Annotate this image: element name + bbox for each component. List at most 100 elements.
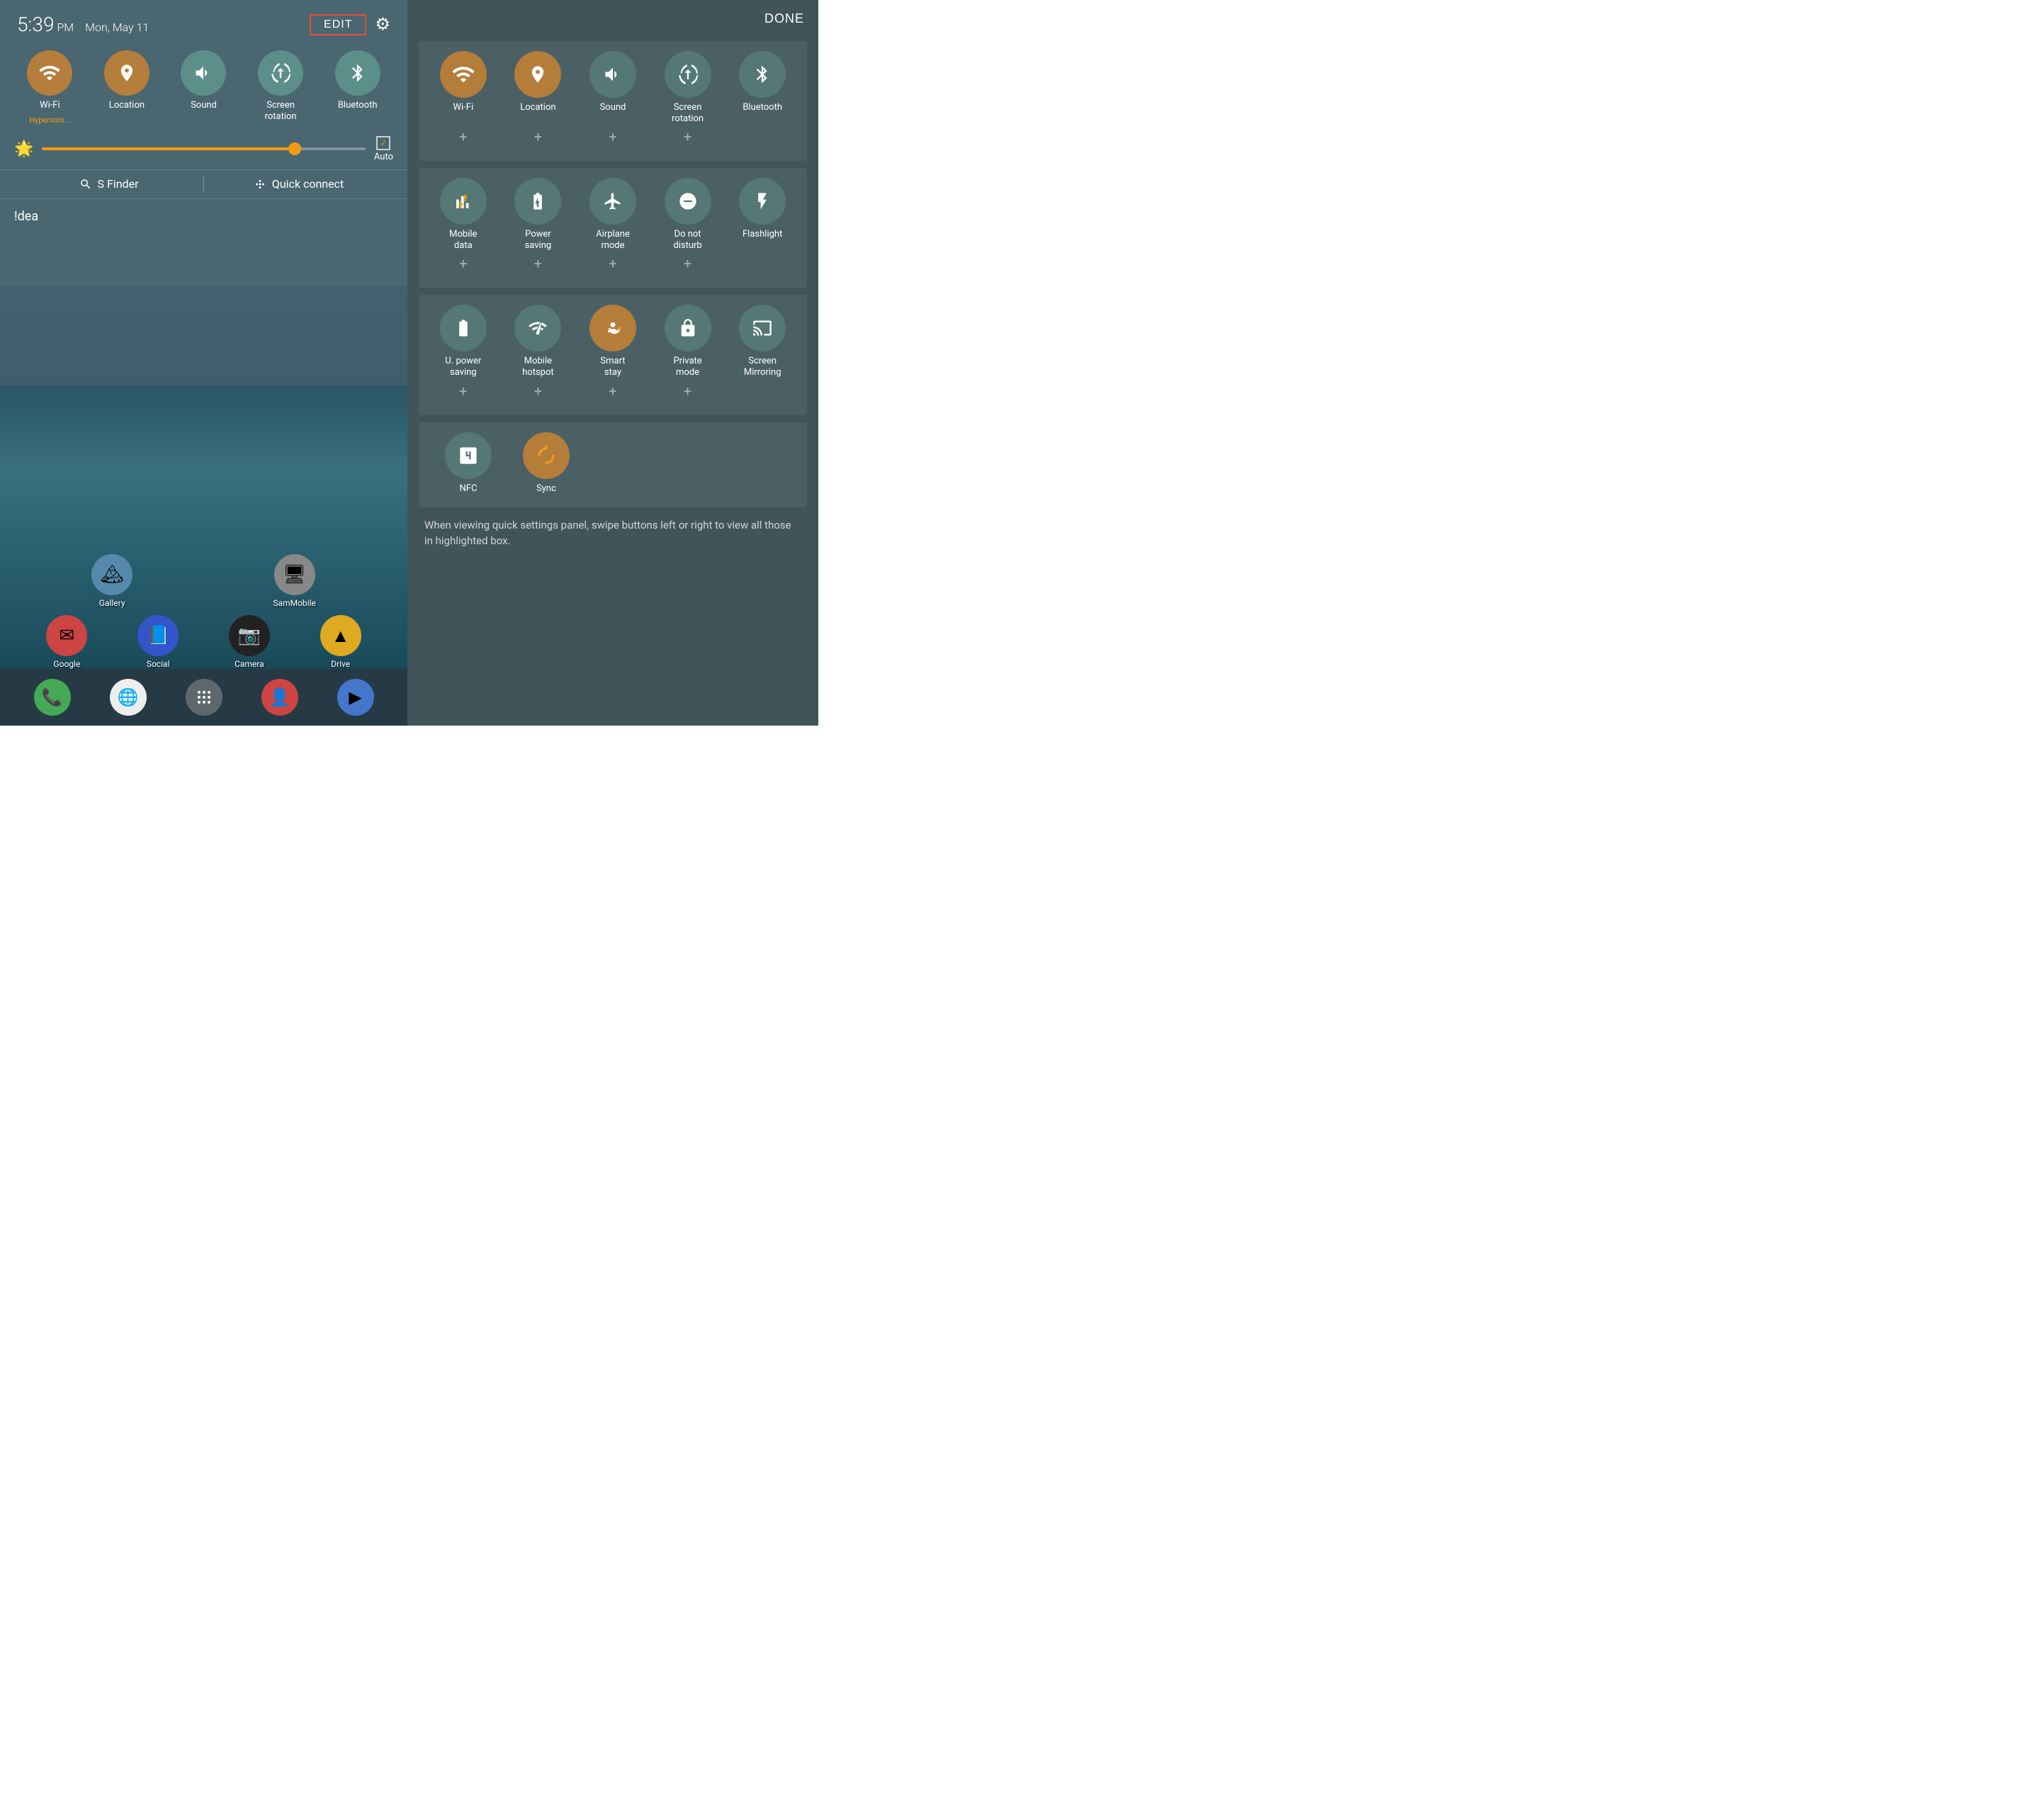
plus-icon-15	[727, 383, 798, 400]
dock-phone[interactable]: 📞	[34, 679, 71, 716]
quickconnect-button[interactable]: Quick connect	[204, 177, 393, 191]
dock-chrome[interactable]: 🌐	[110, 679, 147, 716]
plus-row-3: + + + +	[426, 381, 800, 405]
sammobile-label: SamMobile	[273, 598, 315, 608]
auto-check-icon: ✓	[376, 136, 390, 150]
edit-flashlight-icon	[739, 178, 786, 225]
app-row-1: 🏔 Gallery 🖥 SamMobile	[21, 554, 386, 608]
sammobile-icon: 🖥	[274, 554, 315, 595]
edit-tile-smartstay[interactable]: Smartstay	[577, 305, 648, 378]
edit-tile-mobiledata[interactable]: Mobiledata	[428, 178, 499, 251]
gallery-icon: 🏔	[91, 554, 132, 595]
edit-button[interactable]: EDIT	[310, 14, 366, 35]
dock-apps[interactable]	[186, 679, 222, 716]
edit-tile-hotspot[interactable]: Mobilehotspot	[502, 305, 573, 378]
auto-brightness[interactable]: ✓ Auto	[374, 136, 393, 162]
tile-bluetooth[interactable]: Bluetooth	[335, 50, 380, 125]
plus-icon-1[interactable]: +	[428, 128, 499, 145]
brightness-slider[interactable]	[42, 147, 365, 150]
plus-icon-11[interactable]: +	[428, 383, 499, 400]
edit-section-2: Mobiledata Powersaving Airplanemode	[419, 168, 807, 288]
app-row-2: ✉ Google 📘 Social 📷 Camera ▲ Drive	[21, 615, 386, 669]
edit-tile-flashlight[interactable]: Flashlight	[727, 178, 798, 251]
plus-icon-8[interactable]: +	[577, 255, 648, 272]
sfinder-label: S Finder	[98, 177, 139, 191]
tile-bluetooth-icon	[335, 50, 380, 96]
plus-icon-12[interactable]: +	[502, 383, 573, 400]
edit-section-3: U. powersaving Mobilehotspot Smartstay	[419, 295, 807, 415]
edit-powersaving-icon	[514, 178, 561, 225]
quick-tiles-row: Wi-Fi Hypersoni... Location Sound Screen…	[0, 43, 407, 129]
status-time-area: 5:39 PM Mon, May 11	[17, 13, 149, 36]
edit-location-icon	[514, 51, 561, 98]
edit-tile-sound[interactable]: Sound	[577, 51, 648, 124]
edit-tile-bluetooth[interactable]: Bluetooth	[727, 51, 798, 124]
edit-tile-nfc[interactable]: NFC	[433, 432, 504, 495]
tile-wifi[interactable]: Wi-Fi Hypersoni...	[27, 50, 72, 125]
tile-sound[interactable]: Sound	[181, 50, 226, 125]
plus-icon-3[interactable]: +	[577, 128, 648, 145]
done-button[interactable]: DONE	[764, 11, 804, 26]
edit-mobiledata-label: Mobiledata	[449, 229, 477, 251]
tile-wifi-icon	[27, 50, 72, 96]
edit-tile-dnd[interactable]: Do notdisturb	[653, 178, 723, 251]
app-sammobile[interactable]: 🖥 SamMobile	[273, 554, 315, 608]
edit-rotation-icon	[665, 51, 711, 98]
social-icon: 📘	[137, 615, 179, 656]
status-bar: 5:39 PM Mon, May 11 EDIT ⚙	[0, 0, 407, 43]
plus-icon-9[interactable]: +	[653, 255, 723, 272]
tile-rotation-label: Screenrotation	[265, 100, 297, 122]
edit-upowersaving-icon	[440, 305, 487, 351]
plus-icon-13[interactable]: +	[577, 383, 648, 400]
edit-section-1: Wi-Fi Location Sound Scree	[419, 41, 807, 161]
auto-label: Auto	[374, 152, 393, 162]
edit-airplane-icon	[589, 178, 636, 225]
edit-tile-rotation[interactable]: Screenrotation	[653, 51, 723, 124]
edit-hotspot-icon	[514, 305, 561, 351]
edit-private-label: Privatemode	[673, 356, 701, 378]
app-google[interactable]: ✉ Google	[46, 615, 87, 669]
app-grid: 🏔 Gallery 🖥 SamMobile ✉ Google 📘 Social	[0, 554, 407, 669]
dock-contacts[interactable]: 👤	[261, 679, 298, 716]
app-gallery[interactable]: 🏔 Gallery	[91, 554, 132, 608]
app-drive[interactable]: ▲ Drive	[320, 615, 361, 669]
edit-row-1: Wi-Fi Location Sound Scree	[426, 51, 800, 124]
edit-tile-powersaving[interactable]: Powersaving	[502, 178, 573, 251]
camera-icon: 📷	[229, 615, 270, 656]
dock-bar: 📞 🌐 👤 ▶	[0, 669, 407, 726]
tile-location-label: Location	[109, 100, 145, 111]
edit-nfc-label: NFC	[460, 483, 478, 495]
plus-icon-4[interactable]: +	[653, 128, 723, 145]
edit-row-2: Mobiledata Powersaving Airplanemode	[426, 178, 800, 251]
plus-icon-2[interactable]: +	[502, 128, 573, 145]
plus-icon-7[interactable]: +	[502, 255, 573, 272]
brightness-row: 🌟 ✓ Auto	[0, 129, 407, 169]
app-social[interactable]: 📘 Social	[137, 615, 179, 669]
edit-airplane-label: Airplanemode	[596, 229, 630, 251]
sfinder-button[interactable]: S Finder	[14, 177, 203, 191]
edit-tile-upowersaving[interactable]: U. powersaving	[428, 305, 499, 378]
tile-location[interactable]: Location	[104, 50, 149, 125]
edit-mobiledata-icon	[440, 178, 487, 225]
dock-playstore[interactable]: ▶	[337, 679, 374, 716]
edit-upowersaving-label: U. powersaving	[445, 356, 481, 378]
plus-icon-6[interactable]: +	[428, 255, 499, 272]
edit-nfc-icon	[445, 432, 492, 479]
edit-tile-wifi[interactable]: Wi-Fi	[428, 51, 499, 124]
tile-screen-rotation[interactable]: Screenrotation	[258, 50, 303, 125]
app-camera[interactable]: 📷 Camera	[229, 615, 270, 669]
edit-tile-airplane[interactable]: Airplanemode	[577, 178, 648, 251]
plus-icon-10	[727, 255, 798, 272]
edit-tile-mirroring[interactable]: ScreenMirroring	[727, 305, 798, 378]
edit-tile-location[interactable]: Location	[502, 51, 573, 124]
edit-tile-private[interactable]: Privatemode	[653, 305, 723, 378]
plus-icon-14[interactable]: +	[653, 383, 723, 400]
edit-tile-sync[interactable]: Sync	[511, 432, 582, 495]
hint-text: When viewing quick settings panel, swipe…	[419, 507, 807, 549]
edit-row-4: NFC Sync	[426, 432, 800, 495]
time: 5:39	[17, 13, 54, 36]
quickconnect-label: Quick connect	[272, 177, 344, 191]
tile-bluetooth-label: Bluetooth	[338, 100, 378, 111]
settings-button[interactable]: ⚙	[375, 14, 390, 35]
brightness-thumb	[288, 142, 301, 155]
